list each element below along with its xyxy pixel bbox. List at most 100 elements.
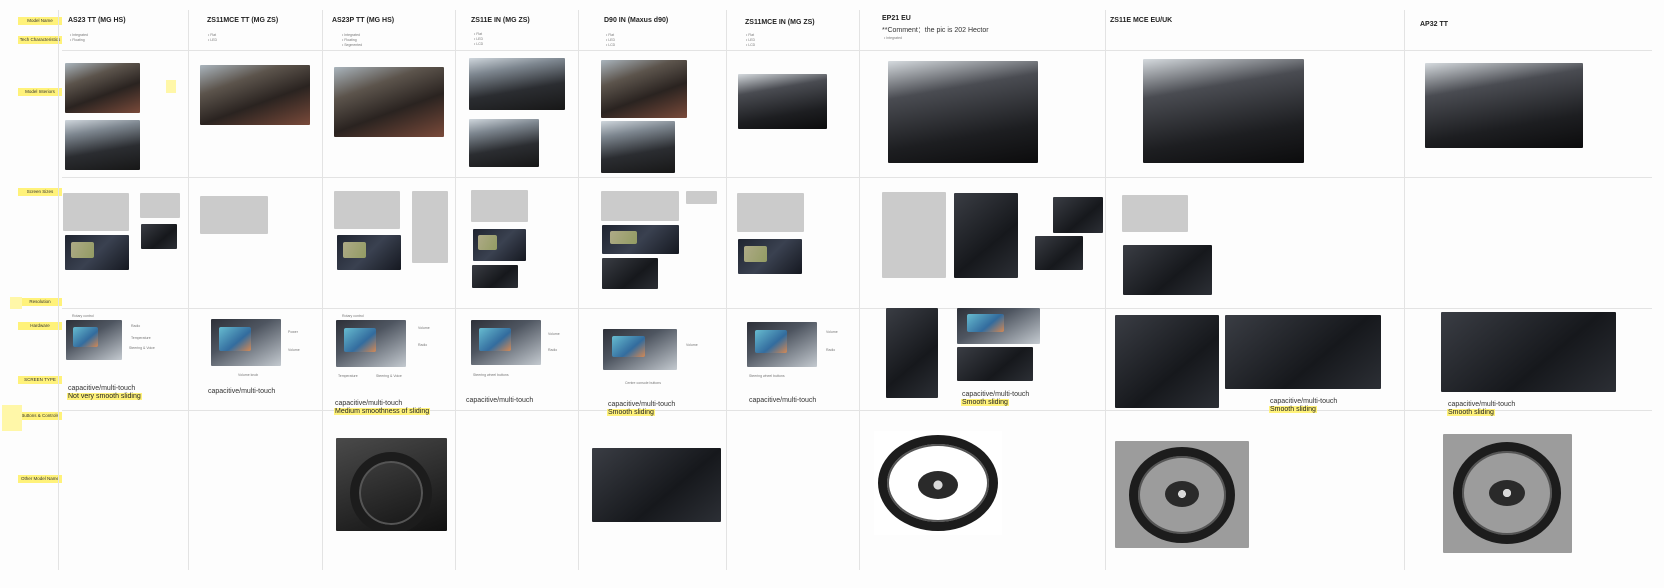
model-title: ZS11E MCE EU/UK (1110, 17, 1173, 24)
hardware-photo[interactable] (957, 347, 1033, 381)
hardware-label: Volume (548, 332, 560, 336)
tech-list: IntegratedFloatingSegmented (342, 33, 362, 48)
hardware-photo[interactable] (66, 320, 122, 360)
screen-size-box[interactable] (686, 191, 717, 204)
grid-line (58, 10, 59, 570)
screen-size-box[interactable] (63, 193, 129, 231)
row-label-interiors: Model Interiors (18, 88, 62, 96)
row-label-buttons: Buttons & Controls (18, 412, 62, 420)
steering-wheel-photo[interactable] (1115, 441, 1249, 548)
grid-line (322, 10, 323, 570)
sticky-note[interactable] (10, 297, 22, 309)
screen-size-box[interactable] (412, 191, 448, 263)
screen-ui-photo[interactable] (473, 229, 526, 261)
screen-type-caption: capacitive/multi-touch (68, 385, 136, 392)
screen-ui-photo[interactable] (141, 224, 177, 249)
hardware-photo[interactable] (603, 329, 677, 370)
screen-size-box[interactable] (140, 193, 180, 218)
screen-ui-photo[interactable] (1123, 245, 1212, 295)
screen-ui-photo[interactable] (65, 235, 129, 270)
interior-photo[interactable] (1143, 59, 1304, 163)
mg-logo-icon (1489, 480, 1525, 506)
screen-size-box[interactable] (471, 190, 528, 222)
hardware-photo[interactable] (957, 308, 1040, 344)
hardware-photo[interactable] (211, 319, 281, 366)
hardware-label: Power (288, 330, 298, 334)
steering-wheel-photo[interactable] (874, 431, 1002, 535)
grid-line (726, 10, 727, 570)
model-title: AS23P TT (MG HS) (332, 17, 395, 24)
screen-ui-photo[interactable] (738, 239, 802, 274)
screen-ui-photo[interactable] (1035, 236, 1083, 270)
model-title: D90 IN (Maxus d90) (604, 17, 669, 24)
cluster-photo[interactable] (336, 438, 447, 531)
screen-size-box[interactable] (200, 196, 268, 234)
interior-photo[interactable] (65, 120, 140, 170)
hardware-photo[interactable] (471, 320, 541, 365)
model-title: AS23 TT (MG HS) (68, 17, 126, 24)
interior-photo[interactable] (469, 58, 565, 110)
screen-ui-photo[interactable] (337, 235, 401, 270)
hardware-photo[interactable] (1115, 315, 1219, 408)
grid-line (188, 10, 189, 570)
hardware-label: Radio (826, 348, 836, 352)
mg-logo-icon (918, 471, 958, 499)
interior-photo[interactable] (601, 121, 675, 173)
sliding-note: Smooth sliding (961, 399, 1009, 406)
model-title: ZS11E IN (MG ZS) (471, 17, 530, 24)
sliding-note: Smooth sliding (607, 409, 655, 416)
screen-type-caption: capacitive/multi-touch (335, 400, 403, 407)
grid-line (62, 177, 1652, 178)
steering-wheel-photo[interactable] (1443, 434, 1572, 553)
interior-photo[interactable] (738, 74, 827, 129)
screen-type-caption: capacitive/multi-touch (749, 397, 817, 404)
screen-size-box[interactable] (601, 191, 679, 221)
hardware-label: Volume (686, 343, 698, 347)
screen-type-caption: capacitive/multi-touch (1448, 401, 1516, 408)
screen-ui-photo[interactable] (472, 265, 518, 288)
row-label-hardware: Hardware (18, 322, 62, 330)
row-label-resolution: Resolution (18, 298, 62, 306)
screen-size-box[interactable] (737, 193, 804, 232)
interior-photo[interactable] (334, 67, 444, 137)
screen-type-caption: capacitive/multi-touch (962, 391, 1030, 398)
screen-type-caption: capacitive/multi-touch (608, 401, 676, 408)
hardware-label: Steering & Voice (129, 346, 155, 350)
model-title: EP21 EU (882, 15, 911, 22)
interior-photo[interactable] (65, 63, 140, 113)
interior-photo[interactable] (601, 60, 687, 118)
sliding-note: Not very smooth sliding (67, 393, 142, 400)
hardware-photo[interactable] (1225, 315, 1381, 389)
hardware-label: Radio (548, 348, 558, 352)
hardware-photo[interactable] (336, 320, 406, 367)
gear-lever-photo[interactable] (592, 448, 721, 522)
hardware-photo[interactable] (747, 322, 817, 367)
screen-ui-photo[interactable] (602, 225, 679, 254)
screen-ui-photo[interactable] (954, 193, 1018, 278)
interior-photo[interactable] (200, 65, 310, 125)
screen-type-caption: capacitive/multi-touch (208, 388, 276, 395)
screen-type-caption: capacitive/multi-touch (1270, 398, 1338, 405)
hardware-photo[interactable] (886, 308, 938, 398)
row-label-screen-sizes: Screen Sizes (18, 188, 62, 196)
sliding-note: Smooth sliding (1269, 406, 1317, 413)
screen-size-box[interactable] (334, 191, 400, 229)
screen-size-box[interactable] (882, 192, 946, 278)
screen-ui-photo[interactable] (602, 258, 658, 289)
hardware-label: Rotary control (72, 314, 94, 318)
tech-list: FlatLEDLCD (606, 33, 615, 48)
screen-size-box[interactable] (1122, 195, 1188, 232)
grid-line (62, 410, 1652, 411)
grid-line (578, 10, 579, 570)
interior-photo[interactable] (888, 61, 1038, 163)
whiteboard-canvas[interactable]: Model Name Tech Characteristics Model In… (0, 0, 1664, 588)
interior-photo[interactable] (469, 119, 539, 167)
model-title: ZS11MCE IN (MG ZS) (745, 19, 815, 26)
sticky-note[interactable] (166, 80, 176, 93)
hardware-photo[interactable] (1441, 312, 1616, 392)
screen-ui-photo[interactable] (1053, 197, 1103, 233)
interior-photo[interactable] (1425, 63, 1583, 148)
sticky-note[interactable] (2, 405, 22, 431)
model-title: ZS11MCE TT (MG ZS) (207, 17, 279, 24)
grid-line (859, 10, 860, 570)
